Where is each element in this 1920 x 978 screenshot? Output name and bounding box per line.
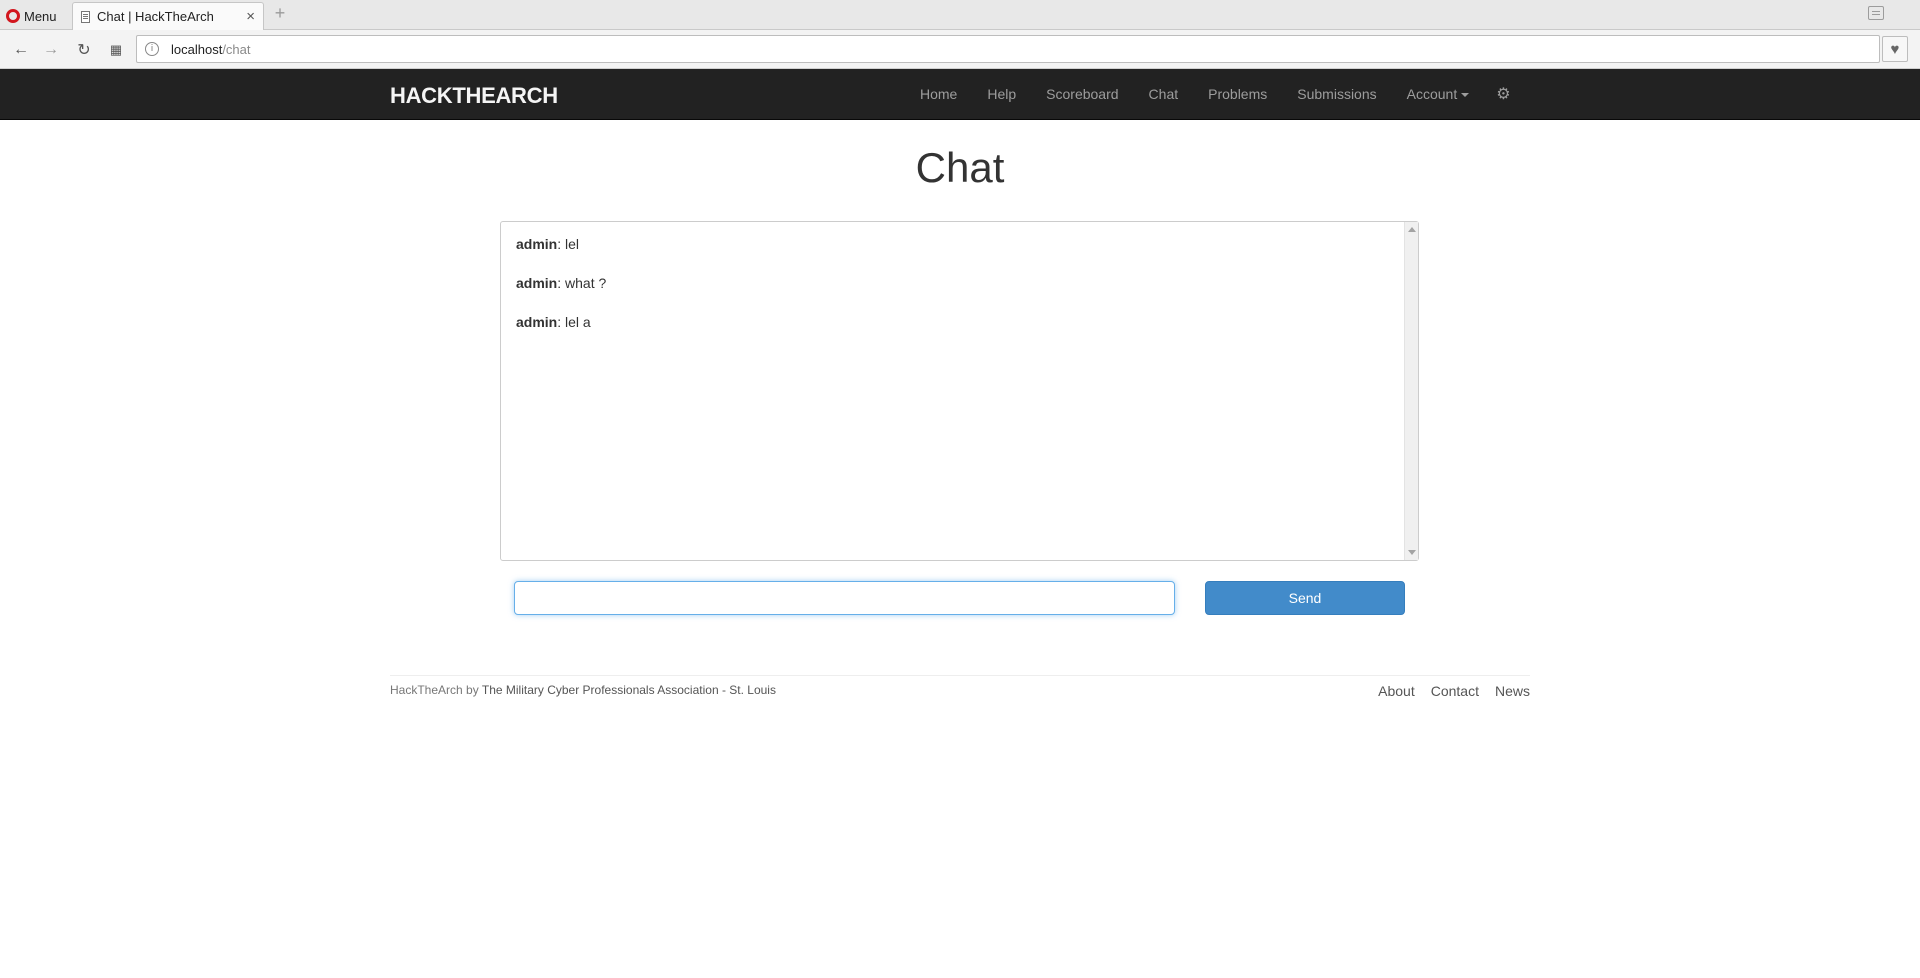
chat-message-input[interactable] <box>514 581 1175 615</box>
site-info-icon[interactable]: i <box>145 42 159 56</box>
caret-down-icon <box>1461 93 1470 98</box>
footer-by: by <box>466 683 479 697</box>
tab-menu-icon[interactable] <box>1868 6 1884 20</box>
nav-help[interactable]: Help <box>972 69 1031 119</box>
nav-scoreboard[interactable]: Scoreboard <box>1031 69 1133 119</box>
nav-chat[interactable]: Chat <box>1134 69 1194 119</box>
nav-account-label: Account <box>1406 86 1458 102</box>
site-navbar: HACKTHEARCH Home Help Scoreboard Chat Pr… <box>0 69 1920 120</box>
new-tab-button[interactable]: + <box>272 4 288 22</box>
scroll-up-icon[interactable] <box>1408 227 1416 232</box>
footer-about-link[interactable]: About <box>1378 683 1415 699</box>
chat-message: admin: lel <box>516 236 1398 275</box>
page-title: Chat <box>915 144 1005 191</box>
footer-contact-link[interactable]: Contact <box>1431 683 1479 699</box>
page-icon <box>81 10 90 23</box>
back-icon[interactable]: ← <box>10 39 32 61</box>
browser-address-bar: ← → ↻ ▦ i localhost/chat ♥ <box>0 30 1920 69</box>
bookmark-heart-icon[interactable]: ♥ <box>1882 36 1908 62</box>
scroll-down-icon[interactable] <box>1408 550 1416 555</box>
nav-home[interactable]: Home <box>905 69 972 119</box>
tab-close-icon[interactable]: × <box>246 8 255 25</box>
chat-message-user: admin <box>516 314 558 330</box>
chat-message-text: : lel <box>557 236 580 252</box>
url-host: localhost <box>171 41 223 57</box>
chat-message: admin: lel a <box>516 314 1398 353</box>
footer-site-name: HackTheArch <box>390 683 463 697</box>
send-button[interactable]: Send <box>1205 581 1405 615</box>
footer-org-link[interactable]: The Military Cyber Professionals Associa… <box>482 683 776 697</box>
chat-message-user: admin <box>516 275 558 291</box>
chat-message: admin: what ? <box>516 275 1398 314</box>
chat-message-text: : what ? <box>557 275 607 291</box>
footer-credit: HackTheArch by The Military Cyber Profes… <box>390 683 776 697</box>
tab-title: Chat | HackTheArch <box>97 9 214 24</box>
site-brand[interactable]: HACKTHEARCH <box>390 83 558 109</box>
nav-links: Home Help Scoreboard Chat Problems Submi… <box>905 69 1523 119</box>
browser-tab-active[interactable]: Chat | HackTheArch × <box>72 2 264 30</box>
chat-message-user: admin <box>516 236 558 252</box>
reload-icon[interactable]: ↻ <box>73 39 95 61</box>
footer-news-link[interactable]: News <box>1495 683 1530 699</box>
chat-scrollbar[interactable] <box>1404 222 1418 560</box>
url-field[interactable]: i localhost/chat <box>136 35 1880 63</box>
chat-message-list: admin: lel admin: what ? admin: lel a <box>516 236 1398 353</box>
browser-menu-label: Menu <box>24 8 57 24</box>
nav-account-dropdown[interactable]: Account <box>1392 69 1485 119</box>
browser-tab-bar: Menu Chat | HackTheArch × + <box>0 0 1920 30</box>
forward-icon[interactable]: → <box>40 39 62 61</box>
nav-problems[interactable]: Problems <box>1193 69 1282 119</box>
footer-divider <box>390 675 1530 676</box>
nav-submissions[interactable]: Submissions <box>1282 69 1391 119</box>
speed-dial-icon[interactable]: ▦ <box>105 39 127 61</box>
chat-message-text: : lel a <box>557 314 591 330</box>
gear-icon[interactable]: ⚙ <box>1484 84 1522 104</box>
footer-links: About Contact News <box>1378 683 1530 699</box>
browser-menu-button[interactable]: Menu <box>6 6 57 26</box>
chat-messages-box[interactable]: admin: lel admin: what ? admin: lel a <box>500 221 1419 561</box>
opera-logo-icon <box>6 9 20 23</box>
url-path: /chat <box>222 41 251 57</box>
